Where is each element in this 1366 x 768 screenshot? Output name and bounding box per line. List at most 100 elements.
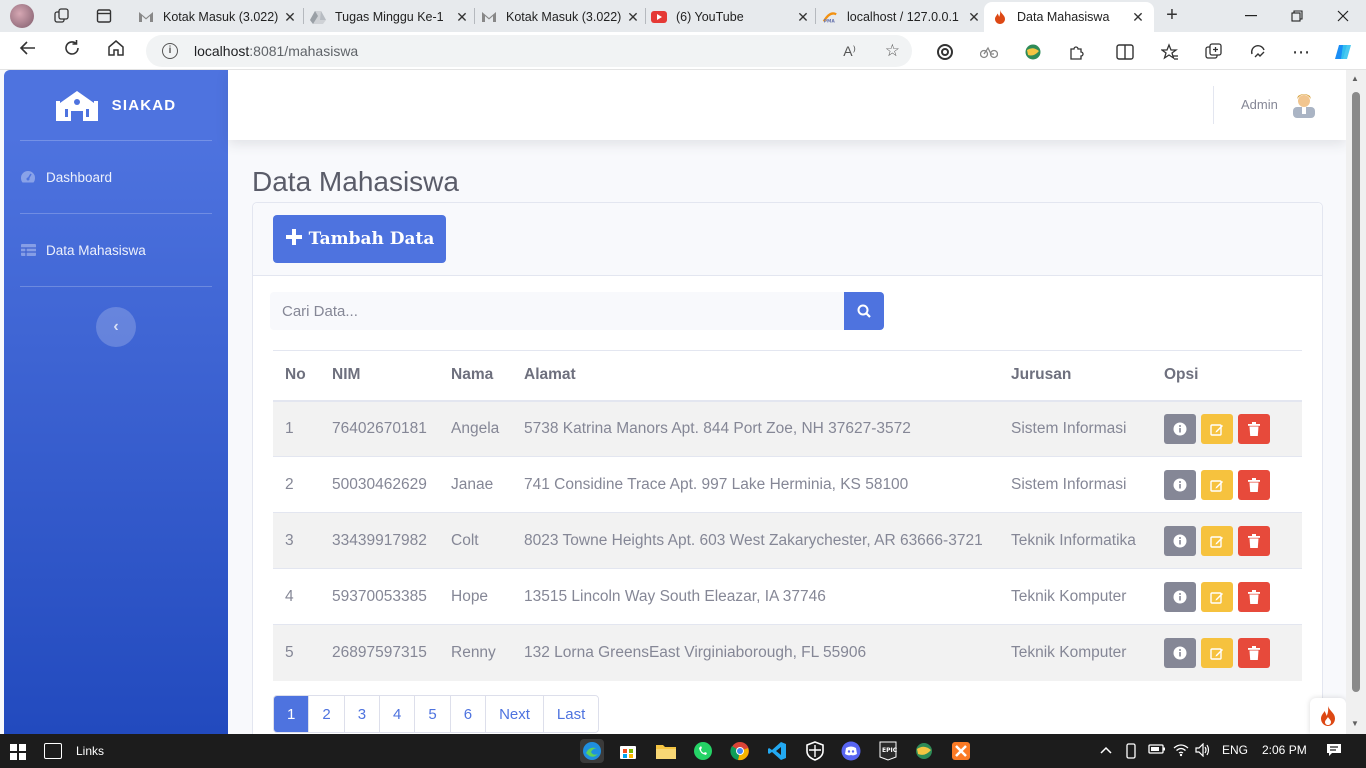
edit-button[interactable] (1201, 581, 1233, 612)
tab-actions-icon[interactable] (92, 4, 116, 28)
close-tab-icon[interactable]: ✕ (966, 9, 982, 26)
windows-start-icon[interactable] (10, 744, 26, 760)
performance-icon[interactable] (1247, 41, 1269, 63)
user-avatar-icon[interactable] (1290, 90, 1318, 118)
browser-tab-active[interactable]: Data Mahasiswa ✕ (984, 2, 1154, 32)
close-tab-icon[interactable]: ✕ (1130, 9, 1146, 26)
restore-icon[interactable] (1274, 0, 1320, 32)
column-header[interactable]: Alamat (512, 350, 999, 402)
close-tab-icon[interactable]: ✕ (454, 9, 470, 26)
discord-taskbar-icon[interactable] (839, 739, 863, 763)
delete-button[interactable] (1238, 525, 1270, 556)
delete-button[interactable] (1238, 413, 1270, 444)
detail-button[interactable] (1164, 413, 1196, 444)
file-explorer-taskbar-icon[interactable] (654, 739, 678, 763)
column-header[interactable]: Jurusan (999, 350, 1152, 402)
delete-button[interactable] (1238, 581, 1270, 612)
volume-icon[interactable] (1195, 742, 1211, 760)
more-menu-icon[interactable]: ⋯ (1290, 41, 1312, 63)
scroll-down-arrow-icon[interactable]: ▼ (1351, 719, 1359, 728)
site-info-icon[interactable]: i (162, 43, 178, 59)
browser-tab[interactable]: Tugas Minggu Ke-1 ✕ (310, 2, 470, 32)
close-tab-icon[interactable]: ✕ (282, 9, 298, 26)
scrollbar-thumb[interactable] (1352, 92, 1360, 692)
edit-button[interactable] (1201, 469, 1233, 500)
vertical-scrollbar[interactable]: ▲ ▼ (1346, 70, 1366, 734)
new-tab-button[interactable]: + (1160, 4, 1184, 28)
page-link[interactable]: 4 (379, 696, 415, 732)
collections-icon[interactable] (1203, 41, 1225, 63)
close-tab-icon[interactable]: ✕ (625, 9, 641, 26)
edit-button[interactable] (1201, 525, 1233, 556)
copilot-icon[interactable] (1333, 41, 1355, 63)
scroll-up-arrow-icon[interactable]: ▲ (1351, 74, 1359, 83)
close-tab-icon[interactable]: ✕ (795, 9, 811, 26)
minimize-icon[interactable] (1228, 0, 1274, 32)
page-link-active[interactable]: 1 (274, 696, 309, 732)
refresh-icon[interactable] (60, 39, 84, 63)
workspaces-icon[interactable] (50, 4, 74, 28)
notifications-icon[interactable] (1326, 743, 1342, 760)
whatsapp-taskbar-icon[interactable] (691, 739, 715, 763)
page-link[interactable]: 3 (343, 696, 380, 732)
chrome-taskbar-icon[interactable] (728, 739, 752, 763)
security-taskbar-icon[interactable] (803, 739, 827, 763)
favorites-icon[interactable] (1159, 41, 1181, 63)
extension-icon[interactable] (978, 41, 1000, 63)
browser-tab[interactable]: PMA localhost / 127.0.0.1 ✕ (822, 2, 982, 32)
page-link[interactable]: 2 (308, 696, 344, 732)
search-input[interactable] (270, 292, 844, 330)
input-language[interactable]: ENG (1222, 743, 1248, 757)
detail-button[interactable] (1164, 525, 1196, 556)
store-taskbar-icon[interactable] (616, 739, 640, 763)
browser-tab[interactable]: (6) YouTube ✕ (651, 2, 811, 32)
browser-tab[interactable]: Kotak Masuk (3.022) ✕ (481, 2, 641, 32)
wifi-icon[interactable] (1173, 743, 1189, 760)
sidebar-item-dashboard[interactable]: Dashboard (4, 141, 228, 213)
favorite-star-icon[interactable]: ☆ (885, 41, 900, 61)
page-link[interactable]: 5 (414, 696, 450, 732)
profile-avatar[interactable] (10, 4, 34, 28)
edit-button[interactable] (1201, 637, 1233, 668)
vscode-taskbar-icon[interactable] (765, 739, 789, 763)
close-window-icon[interactable] (1320, 0, 1366, 32)
detail-button[interactable] (1164, 581, 1196, 612)
globe-app-taskbar-icon[interactable] (912, 739, 936, 763)
last-page-link[interactable]: Last (542, 696, 599, 732)
battery-icon[interactable] (1148, 743, 1166, 758)
show-hidden-icons-icon[interactable] (1100, 743, 1112, 757)
address-bar[interactable]: i localhost:8081/mahasiswa A⁾ ☆ (146, 35, 912, 67)
user-name[interactable]: Admin (1241, 97, 1278, 112)
edge-taskbar-icon[interactable] (580, 739, 604, 763)
xampp-taskbar-icon[interactable] (949, 739, 973, 763)
column-header[interactable]: NIM (320, 350, 439, 402)
clock-time[interactable]: 2:06 PM (1262, 743, 1307, 757)
phone-link-icon[interactable] (1124, 743, 1138, 762)
delete-button[interactable] (1238, 637, 1270, 668)
globe-extension-icon[interactable] (1022, 41, 1044, 63)
read-aloud-icon[interactable]: A⁾ (843, 43, 856, 60)
detail-button[interactable] (1164, 637, 1196, 668)
column-header[interactable]: No (273, 350, 320, 402)
home-icon[interactable] (104, 39, 128, 63)
epic-games-taskbar-icon[interactable]: EPIC (876, 739, 900, 763)
search-button[interactable] (844, 292, 884, 330)
split-screen-icon[interactable] (1114, 41, 1136, 63)
sidebar-item-data-mahasiswa[interactable]: Data Mahasiswa (4, 214, 228, 286)
detail-button[interactable] (1164, 469, 1196, 500)
task-view-icon[interactable] (44, 743, 62, 759)
brand[interactable]: SIAKAD (4, 70, 228, 140)
browser-essentials-icon[interactable] (934, 41, 956, 63)
column-header[interactable]: Nama (439, 350, 512, 402)
page-link[interactable]: 6 (449, 696, 486, 732)
sidebar-toggle-button[interactable]: ‹ (96, 307, 136, 347)
delete-button[interactable] (1238, 469, 1270, 500)
codeigniter-toolbar-button[interactable] (1310, 698, 1346, 734)
next-page-link[interactable]: Next (485, 696, 543, 732)
links-toolbar[interactable]: Links (76, 744, 104, 758)
edit-button[interactable] (1201, 413, 1233, 444)
browser-tab[interactable]: Kotak Masuk (3.022) ✕ (138, 2, 298, 32)
add-data-button[interactable]: Tambah Data (273, 215, 446, 263)
back-arrow-icon[interactable] (16, 39, 40, 63)
extensions-puzzle-icon[interactable] (1066, 41, 1088, 63)
